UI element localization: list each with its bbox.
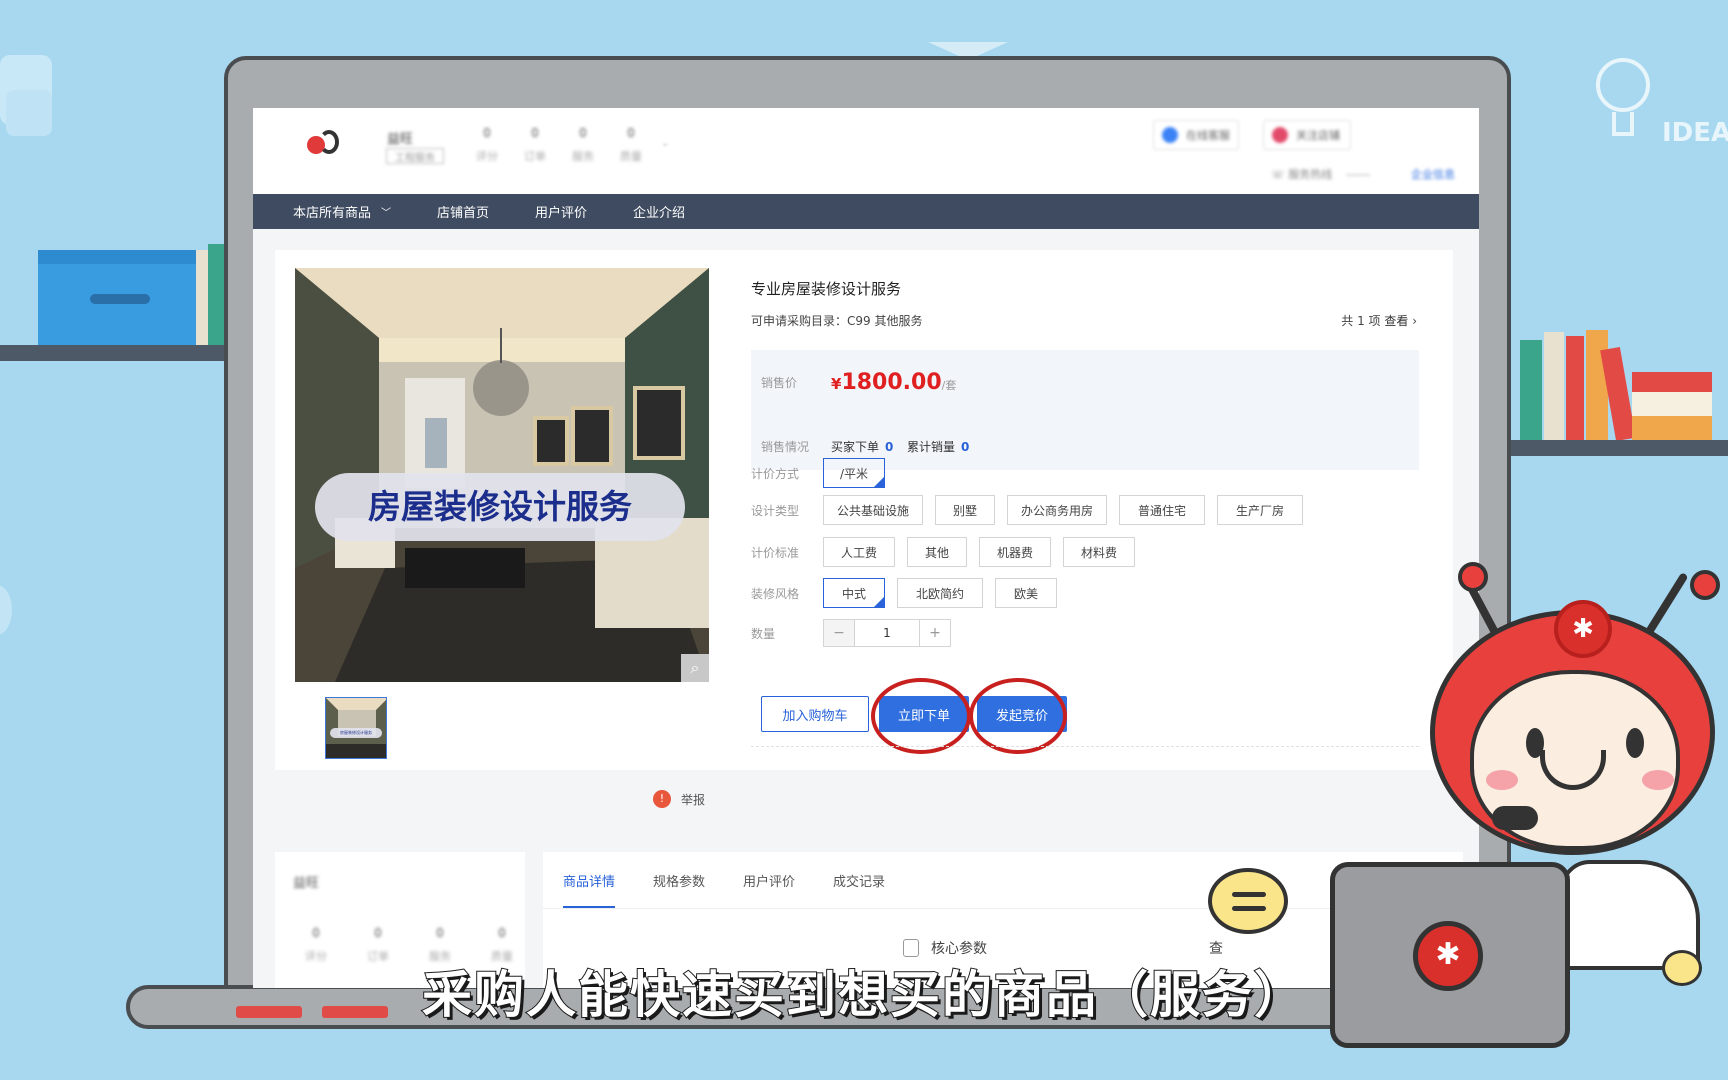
nav-company-intro[interactable]: 企业介绍	[633, 202, 685, 221]
shop-stats: 0 评分 0 订单 0 服务 0 质量	[463, 126, 655, 164]
image-banner-text: 房屋装修设计服务	[315, 473, 685, 541]
bg-shelf-right	[1505, 440, 1728, 456]
option-design-type[interactable]: 办公商务用房	[1007, 495, 1107, 525]
sales-label: 销售情况	[761, 440, 810, 454]
bg-book	[1586, 330, 1608, 440]
store-nav: 本店所有商品 ﹀ 店铺首页 用户评价 企业介绍	[253, 194, 1479, 229]
design-type-row: 设计类型 公共基础设施 别墅 办公商务用房 普通住宅 生产厂房	[751, 495, 1315, 525]
bg-book	[208, 244, 224, 345]
divider	[751, 746, 1419, 747]
follow-shop-button[interactable]: 关注店铺	[1263, 120, 1351, 150]
store-logo	[307, 130, 341, 160]
price-label: 销售价	[761, 376, 798, 390]
chevron-down-icon: ﹀	[381, 208, 392, 219]
product-title: 专业房屋装修设计服务	[751, 280, 902, 298]
shop-stat: 0 质量	[620, 126, 642, 163]
zoom-icon[interactable]: ⌕	[681, 654, 709, 682]
idea-text: IDEA	[1662, 118, 1728, 148]
speech-bubble-icon	[1208, 868, 1288, 934]
option-style[interactable]: 中式	[823, 578, 885, 608]
bg-book	[1632, 416, 1712, 440]
catalog-info: 可申请采购目录：C99 其他服务	[751, 314, 923, 328]
price-box: 销售价 ¥1800.00/套 销售情况 买家下单 0 累计销量 0	[751, 350, 1419, 470]
service-phone: ☏ 服务热线 ------	[1271, 168, 1371, 181]
quantity-minus-button[interactable]: −	[824, 620, 854, 646]
quantity-plus-button[interactable]: +	[920, 620, 950, 646]
chat-icon	[1162, 127, 1178, 143]
shop-card-name: 益旺	[293, 876, 320, 891]
pricing-standard-row: 计价标准 人工费 其他 机器费 材料费	[751, 537, 1147, 567]
option-pricing-standard[interactable]: 材料费	[1063, 537, 1135, 567]
total-sales: 累计销量 0	[907, 440, 970, 454]
bg-book	[1520, 340, 1542, 440]
bg-book	[1632, 372, 1712, 392]
option-pricing-standard[interactable]: 其他	[907, 537, 967, 567]
option-design-type[interactable]: 生产厂房	[1217, 495, 1303, 525]
tab-specifications[interactable]: 规格参数	[653, 852, 705, 908]
pricing-method-row: 计价方式 /平米	[751, 458, 897, 488]
product-thumbnail[interactable]: 房屋装修设计服务	[325, 697, 387, 759]
detail-tabs: 商品详情 规格参数 用户评价 成交记录	[563, 852, 923, 908]
tab-transaction-records[interactable]: 成交记录	[833, 852, 885, 908]
nav-user-reviews[interactable]: 用户评价	[535, 202, 587, 221]
product-main-image[interactable]: 房屋装修设计服务 ⌕	[295, 268, 709, 682]
bg-dot	[0, 585, 12, 635]
option-design-type[interactable]: 别墅	[935, 495, 995, 525]
browser-screen: 益旺 工程服务 0 评分 0 订单 0 服务 0 质量 ⌄ 在线客服 关注店铺 ☏ 服务…	[253, 108, 1479, 988]
chevron-right-icon: ›	[1412, 314, 1417, 328]
option-pricing-method[interactable]: /平米	[823, 458, 885, 488]
mascot-badge-icon: ✱	[1554, 600, 1612, 658]
ant-mascot: ✱	[1430, 570, 1728, 900]
option-style[interactable]: 北欧简约	[897, 578, 983, 608]
shop-stat: 0 订单	[524, 126, 546, 163]
bg-storage-box	[38, 250, 196, 345]
option-pricing-standard[interactable]: 机器费	[979, 537, 1051, 567]
online-service-button[interactable]: 在线客服	[1153, 120, 1239, 150]
highlight-circle-buy	[871, 678, 971, 754]
video-subtitle: 采购人能快速买到想买的商品（服务）	[421, 965, 1306, 1025]
tab-product-details[interactable]: 商品详情	[563, 852, 616, 908]
nav-store-home[interactable]: 店铺首页	[437, 202, 489, 221]
option-style[interactable]: 欧美	[995, 578, 1057, 608]
lightbulb-base	[1612, 112, 1634, 136]
tab-divider	[543, 908, 1463, 909]
report-link[interactable]: ! 举报	[653, 790, 705, 808]
bg-shelf-left	[0, 345, 226, 361]
chevron-down-icon[interactable]: ⌄	[661, 138, 669, 149]
decoration-style-row: 装修风格 中式 北欧简约 欧美	[751, 578, 1069, 608]
bg-book	[1544, 332, 1564, 440]
shop-stat: 0 服务	[572, 126, 594, 163]
option-design-type[interactable]: 普通住宅	[1119, 495, 1205, 525]
bg-chat-bubble-2	[6, 90, 52, 136]
company-info-link[interactable]: 企业信息	[1411, 166, 1455, 182]
shop-name: 益旺	[387, 132, 414, 147]
lightbulb-icon	[1596, 58, 1650, 112]
tab-user-reviews[interactable]: 用户评价	[743, 852, 795, 908]
buyer-orders: 买家下单 0	[831, 440, 894, 454]
product-panel: 房屋装修设计服务 ⌕ 房屋装修设计服务 ! 举报 专业房屋装修设计服务 可申请采…	[275, 250, 1453, 808]
highlight-circle-bid	[969, 678, 1067, 754]
catalog-count[interactable]: 共 1 项 查看 ›	[1341, 312, 1417, 329]
bg-book	[1632, 392, 1712, 416]
shop-stat: 0 评分	[476, 126, 498, 163]
store-header: 益旺 工程服务 0 评分 0 订单 0 服务 0 质量 ⌄ 在线客服 关注店铺 ☏ 服务…	[253, 108, 1479, 194]
warning-icon: !	[653, 790, 671, 808]
quantity-stepper: − 1 +	[823, 619, 951, 647]
bg-book	[1566, 336, 1584, 440]
quantity-input[interactable]: 1	[854, 620, 920, 646]
heart-icon	[1272, 127, 1288, 143]
thumbnail-banner-text: 房屋装修设计服务	[330, 728, 382, 738]
headset-mic-icon	[1492, 806, 1538, 830]
price-value: ¥1800.00/套	[831, 370, 957, 395]
option-pricing-standard[interactable]: 人工费	[823, 537, 895, 567]
quantity-row: 数量 − 1 +	[751, 619, 951, 647]
option-design-type[interactable]: 公共基础设施	[823, 495, 923, 525]
shop-tag: 工程服务	[386, 148, 444, 164]
nav-all-products[interactable]: 本店所有商品 ﹀	[293, 202, 391, 221]
add-to-cart-button[interactable]: 加入购物车	[761, 696, 869, 732]
